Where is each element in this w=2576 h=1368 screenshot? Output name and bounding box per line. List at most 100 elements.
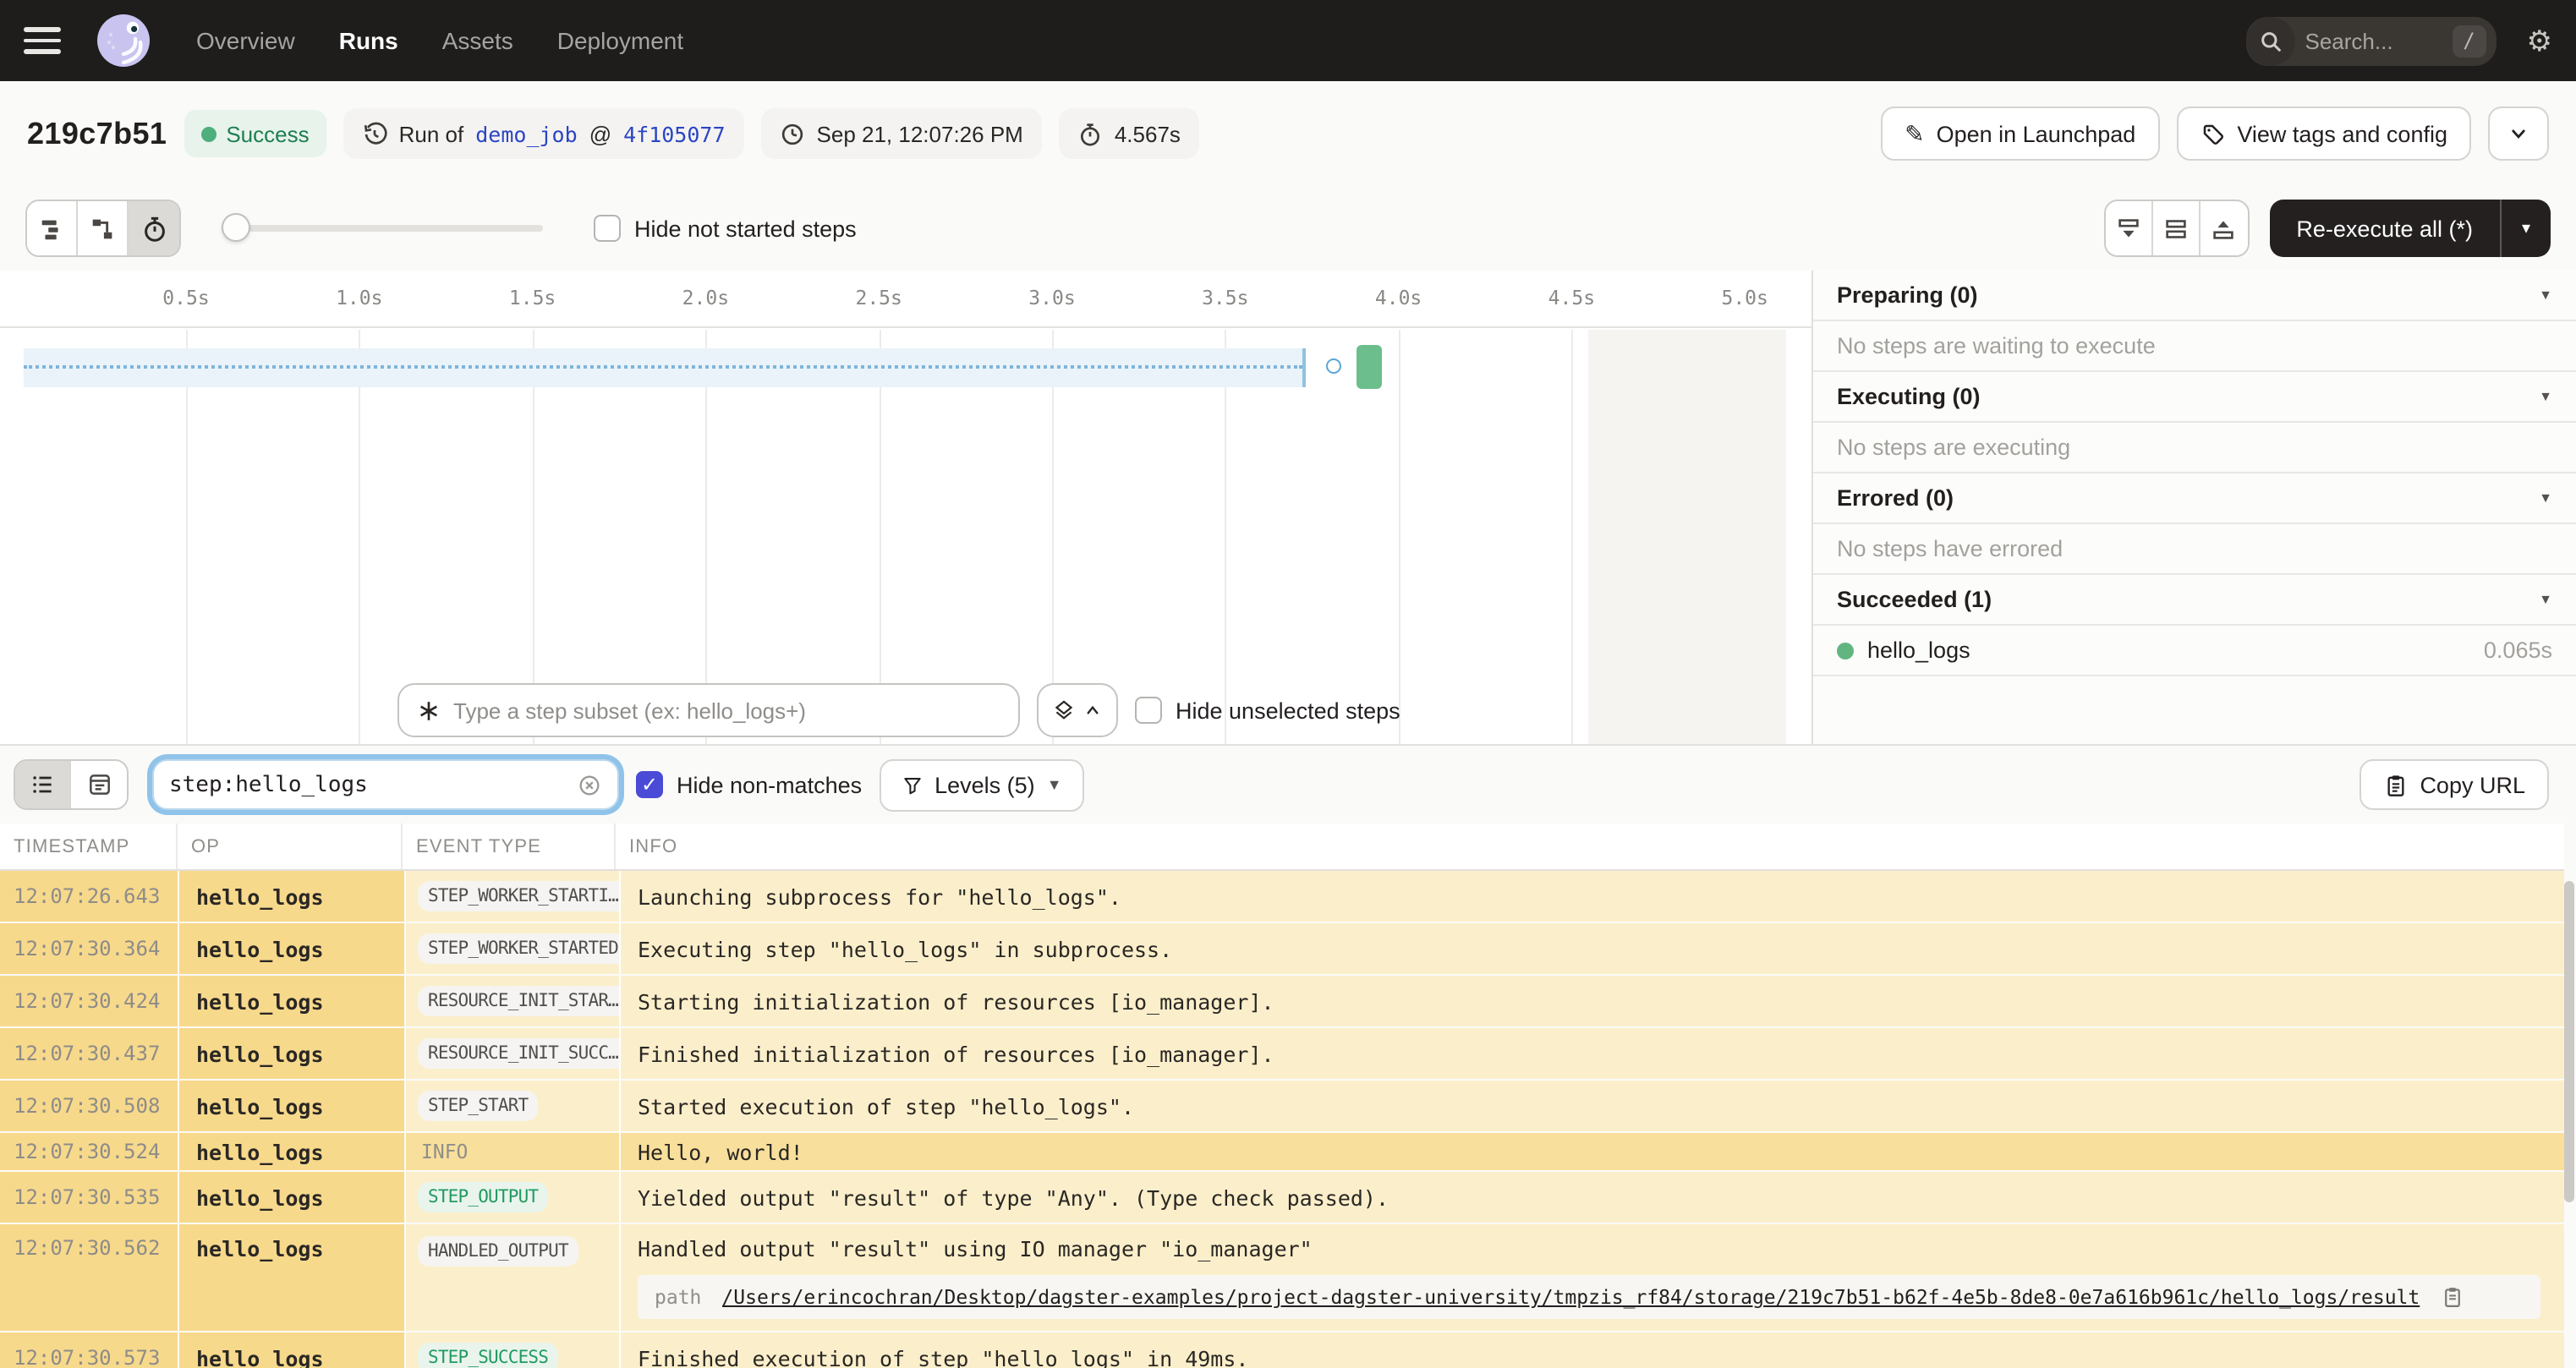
expand-bottom-panel-button[interactable]	[2105, 201, 2153, 255]
waterfall-view-button[interactable]	[78, 201, 129, 255]
log-row[interactable]: 12:07:30.508 hello_logs STEP_START Started …	[0, 1081, 2564, 1131]
log-op-name: hello_logs	[179, 1332, 404, 1368]
job-link[interactable]: demo_job	[475, 121, 577, 146]
hide-non-matches-checkbox[interactable]: ✓ Hide non-matches	[636, 771, 862, 798]
nav-item-assets[interactable]: Assets	[442, 27, 513, 54]
log-row[interactable]: 12:07:26.643 hello_logs STEP_WORKER_STARTI…	[0, 871, 2564, 922]
hide-unselected-checkbox[interactable]: Hide unselected steps	[1135, 697, 1400, 724]
log-scrollbar-thumb[interactable]	[2564, 881, 2574, 1202]
waterfall-view-icon	[92, 218, 112, 238]
hide-not-started-checkbox[interactable]: Hide not started steps	[594, 215, 857, 242]
copy-path-icon[interactable]	[2440, 1285, 2464, 1309]
step-subset-input[interactable]: Type a step subset (ex: hello_logs+)	[397, 683, 1020, 737]
succeeded-step-row[interactable]: hello_logs 0.065s	[1813, 626, 2576, 676]
nav-item-deployment[interactable]: Deployment	[557, 27, 683, 54]
open-in-launchpad-button[interactable]: ✎ Open in Launchpad	[1881, 107, 2160, 161]
nav-item-runs[interactable]: Runs	[339, 27, 398, 54]
caret-down-icon: ▼	[2539, 592, 2552, 607]
structured-view-icon	[89, 774, 109, 795]
timestamp-pill: Sep 21, 12:07:26 PM	[760, 108, 1042, 159]
gear-icon[interactable]: ⚙	[2527, 26, 2553, 55]
chevron-down-icon: ▼	[1046, 776, 1062, 793]
log-level-label: INFO	[421, 1140, 469, 1163]
chevron-down-icon	[2512, 129, 2525, 139]
checkbox-unchecked-icon[interactable]	[1135, 697, 1162, 724]
column-header-event-type: EVENT TYPE	[403, 824, 616, 869]
status-section-header[interactable]: Preparing (0) ▼	[1813, 271, 2576, 321]
log-event-type-cell: STEP_OUTPUT	[406, 1172, 619, 1223]
log-info-text: Handled output "result" using IO manager…	[638, 1236, 1313, 1261]
search-shortcut-key: /	[2452, 25, 2486, 57]
log-filter-input[interactable]: step:hello_logs	[152, 759, 619, 810]
gantt-step-bar-hello-logs[interactable]	[1357, 345, 1382, 389]
log-row[interactable]: 12:07:30.424 hello_logs RESOURCE_INIT_STAR…	[0, 976, 2564, 1026]
expand-top-panel-button[interactable]	[2200, 201, 2248, 255]
reexecute-all-button: Re-execute all (*) ▾	[2269, 200, 2551, 257]
graph-query-toggle-button[interactable]	[1037, 683, 1118, 737]
dagster-logo-icon[interactable]	[95, 12, 152, 69]
commit-link[interactable]: 4f105077	[623, 121, 725, 146]
checkbox-checked-icon[interactable]: ✓	[636, 771, 663, 798]
gantt-overrun-zone	[1588, 330, 1786, 744]
log-timestamp: 12:07:30.364	[0, 923, 178, 974]
search-placeholder: Search...	[2305, 28, 2393, 53]
levels-dropdown[interactable]: Levels (5) ▼	[879, 758, 1084, 811]
clear-filter-icon[interactable]	[577, 772, 602, 797]
log-op-name: hello_logs	[179, 1081, 404, 1131]
gridline	[1052, 330, 1054, 744]
hamburger-menu-icon[interactable]	[24, 27, 61, 54]
search-input[interactable]: Search... /	[2245, 16, 2497, 65]
split-panels-button[interactable]	[2152, 201, 2201, 255]
success-dot-icon	[1837, 642, 1854, 659]
reexecute-dropdown-caret[interactable]: ▾	[2500, 200, 2551, 257]
log-filter-toolbar: step:hello_logs ✓ Hide non-matches Level…	[0, 746, 2576, 824]
chevron-up-icon	[1087, 705, 1099, 714]
flat-view-button[interactable]	[27, 201, 78, 255]
gridline	[186, 330, 188, 744]
status-section-header[interactable]: Executing (0) ▼	[1813, 372, 2576, 423]
view-tags-config-button[interactable]: View tags and config	[2176, 107, 2471, 161]
zoom-slider-track[interactable]	[222, 225, 543, 232]
zoom-slider-knob[interactable]	[222, 213, 250, 242]
axis-tick: 5.0s	[1721, 286, 1768, 309]
log-list-view-button[interactable]	[15, 761, 71, 808]
log-op-name: hello_logs	[179, 1172, 404, 1223]
dagster-run-page: Overview Runs Assets Deployment Search... /…	[0, 0, 2576, 1368]
more-actions-button[interactable]	[2488, 107, 2549, 161]
run-status-panel: Preparing (0) ▼ No steps are waiting to ex…	[1811, 271, 2576, 744]
checkbox-unchecked-icon[interactable]	[594, 215, 621, 242]
op-selector-icon	[420, 701, 437, 720]
output-path-box: path/Users/erincochran/Desktop/dagster-e…	[638, 1275, 2540, 1319]
gantt-toolbar: Hide not started steps Re-execute all (*…	[0, 186, 2576, 271]
log-row[interactable]: 12:07:30.437 hello_logs RESOURCE_INIT_SUCC…	[0, 1028, 2564, 1079]
stopwatch-icon	[144, 216, 164, 241]
step-subset-bar: Type a step subset (ex: hello_logs+) Hid…	[397, 683, 1400, 737]
status-section-header[interactable]: Succeeded (1) ▼	[1813, 575, 2576, 626]
output-path-link[interactable]: /Users/erincochran/Desktop/dagster-examp…	[721, 1285, 2420, 1309]
layers-icon	[1055, 700, 1073, 720]
log-event-type-cell: INFO	[406, 1133, 619, 1170]
nav-item-overview[interactable]: Overview	[196, 27, 295, 54]
log-info-cell: Finished initialization of resources [io…	[621, 1028, 2564, 1079]
log-row[interactable]: 12:07:30.364 hello_logs STEP_WORKER_STARTE…	[0, 923, 2564, 974]
log-structured-view-button[interactable]	[71, 761, 127, 808]
status-section-title: Preparing (0)	[1837, 282, 1978, 308]
log-event-type-cell: RESOURCE_INIT_STAR…	[406, 976, 619, 1026]
event-type-chip: STEP_OUTPUT	[418, 1182, 549, 1212]
zoom-slider[interactable]	[222, 200, 543, 257]
copy-url-button[interactable]: Copy URL	[2359, 759, 2549, 810]
event-type-chip: STEP_START	[418, 1091, 539, 1121]
log-row[interactable]: 12:07:30.535 hello_logs STEP_OUTPUT Yielded…	[0, 1172, 2564, 1223]
status-dot-icon	[200, 126, 216, 141]
timed-view-button[interactable]	[129, 201, 179, 255]
step-subset-placeholder: Type a step subset (ex: hello_logs+)	[453, 698, 806, 723]
log-event-type-cell: RESOURCE_INIT_SUCC…	[406, 1028, 619, 1079]
reexecute-all-label[interactable]: Re-execute all (*)	[2269, 200, 2500, 257]
status-section-header[interactable]: Errored (0) ▼	[1813, 473, 2576, 524]
log-row[interactable]: 12:07:30.524 hello_logs INFO Hello, world!	[0, 1133, 2564, 1170]
log-row[interactable]: 12:07:30.562 hello_logs HANDLED_OUTPUT Hand…	[0, 1224, 2564, 1331]
gridline	[1571, 330, 1574, 744]
log-row[interactable]: 12:07:30.573 hello_logs STEP_SUCCESS Finish…	[0, 1332, 2564, 1368]
event-type-chip: HANDLED_OUTPUT	[418, 1236, 578, 1267]
log-info-cell: Starting initialization of resources [io…	[621, 976, 2564, 1026]
